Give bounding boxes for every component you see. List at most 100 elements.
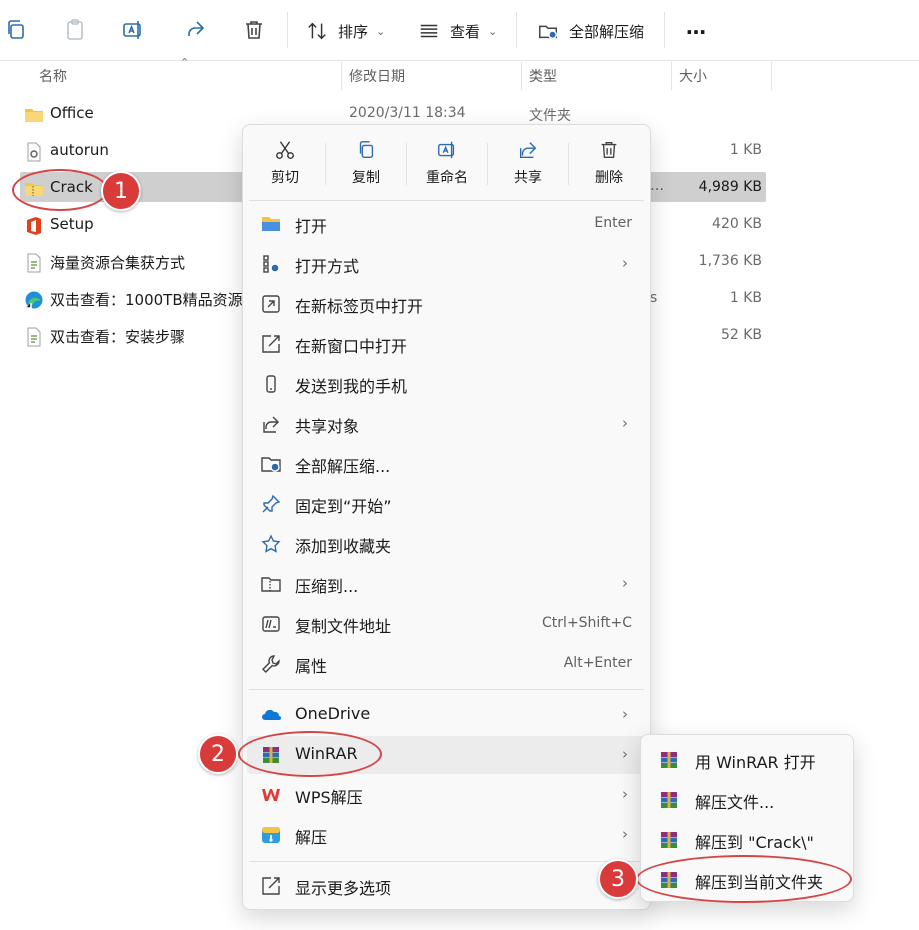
share-label: 共享	[514, 170, 542, 186]
sort-button[interactable]: 排序 ⌄	[306, 16, 385, 46]
file-type: 文件夹	[529, 108, 571, 124]
menu-item-share-with[interactable]: 共享对象 ›	[247, 405, 646, 443]
copy-icon[interactable]	[4, 18, 28, 42]
chevron-right-icon: ›	[622, 785, 628, 803]
file-name: Office	[50, 104, 94, 122]
delete-button[interactable]: 删除	[569, 135, 649, 195]
folder-open-icon	[261, 214, 281, 234]
column-header-size[interactable]: 大小	[679, 66, 707, 86]
sort-up-icon: ⌃	[180, 56, 190, 69]
menu-item-label: 属性	[295, 657, 328, 676]
trash-icon	[601, 141, 617, 159]
cut-button[interactable]: 剪切	[245, 135, 325, 195]
menu-item-label: 打开方式	[295, 257, 360, 276]
menu-item-extract-all[interactable]: 全部解压缩...	[247, 445, 646, 483]
column-header-date[interactable]: 修改日期	[349, 66, 405, 86]
winrar-icon	[659, 750, 679, 770]
sort-label: 排序	[338, 22, 369, 41]
text-file-icon	[24, 253, 44, 273]
menu-item-open-in-new-window[interactable]: 在新窗口中打开	[247, 325, 646, 363]
paste-icon[interactable]	[63, 18, 87, 42]
extract-all-icon	[261, 454, 281, 474]
rename-button[interactable]: 重命名	[407, 135, 487, 195]
file-date: 2020/3/11 18:34	[349, 105, 466, 121]
extract-all-icon	[539, 25, 557, 40]
menu-item-add-to-favorites[interactable]: 添加到收藏夹	[247, 525, 646, 563]
chevron-down-icon: ⌄	[488, 24, 498, 38]
menu-item-label: 在新窗口中打开	[295, 337, 408, 356]
command-bar: 排序 ⌄ 查看 ⌄ 全部解压缩 …	[0, 0, 919, 61]
view-button[interactable]: 查看 ⌄	[418, 16, 497, 46]
menu-item-label: 添加到收藏夹	[295, 537, 392, 556]
menu-item-label: 压缩到...	[295, 577, 359, 596]
chevron-down-icon: ⌄	[376, 24, 386, 38]
submenu-item-open-with-winrar[interactable]: 用 WinRAR 打开	[645, 741, 849, 779]
submenu-item-extract-to-folder[interactable]: 解压到 "Crack\"	[645, 821, 849, 859]
menu-item-compress-to[interactable]: 压缩到... ›	[247, 565, 646, 603]
extract-all-button[interactable]: 全部解压缩	[537, 16, 644, 46]
annotation-badge-2: 2	[198, 734, 238, 774]
view-label: 查看	[450, 22, 481, 41]
delete-icon[interactable]	[242, 18, 266, 42]
wps-icon	[261, 785, 281, 805]
annotation-badge-1: 1	[101, 171, 141, 211]
chevron-right-icon: ›	[622, 705, 628, 723]
submenu-item-label: 解压文件...	[695, 793, 775, 812]
menu-item-open-with[interactable]: 打开方式 ›	[247, 245, 646, 283]
column-divider[interactable]	[671, 62, 672, 90]
chevron-right-icon: ›	[622, 414, 628, 432]
sort-icon	[308, 22, 326, 40]
cut-label: 剪切	[271, 170, 299, 186]
menu-item-label: 发送到我的手机	[295, 377, 408, 396]
menu-item-label: 显示更多选项	[295, 879, 392, 898]
menu-item-copy-as-path[interactable]: 复制文件地址 Ctrl+Shift+C	[247, 605, 646, 643]
toolbar-divider	[287, 12, 288, 48]
column-header-name[interactable]: 名称	[39, 66, 67, 86]
column-divider[interactable]	[521, 62, 522, 90]
menu-item-wps-extract[interactable]: WPS解压 ›	[247, 776, 646, 814]
annotation-ring-winrar	[238, 731, 382, 777]
column-header-type[interactable]: 类型	[529, 66, 557, 86]
share-icon[interactable]	[183, 18, 207, 42]
office-setup-icon	[24, 216, 44, 236]
file-size: 1 KB	[729, 290, 762, 306]
shortcut-text: Alt+Enter	[563, 655, 632, 671]
column-divider[interactable]	[771, 62, 772, 90]
text-file-icon	[24, 327, 44, 347]
more-options-icon	[261, 876, 281, 896]
menu-item-onedrive[interactable]: OneDrive ›	[247, 696, 646, 734]
menu-item-label: 解压	[295, 828, 328, 847]
menu-item-open[interactable]: 打开 Enter	[247, 205, 646, 243]
menu-item-show-more-options[interactable]: 显示更多选项	[247, 867, 646, 905]
file-size: 52 KB	[720, 327, 762, 343]
menu-item-open-in-new-tab[interactable]: 在新标签页中打开	[247, 285, 646, 323]
phone-icon	[261, 374, 281, 394]
menu-item-properties[interactable]: 属性 Alt+Enter	[247, 645, 646, 683]
annotation-badge-3: 3	[598, 859, 638, 899]
share-button[interactable]: 共享	[488, 135, 568, 195]
compress-icon	[261, 574, 281, 594]
settings-file-icon	[24, 142, 44, 162]
menu-item-label: 打开	[295, 217, 328, 236]
rename-icon[interactable]	[121, 18, 145, 42]
extract-all-label: 全部解压缩	[569, 22, 645, 41]
folder-icon	[24, 105, 44, 125]
menu-item-send-to-phone[interactable]: 发送到我的手机	[247, 365, 646, 403]
truncated-text: s	[650, 290, 658, 306]
menu-item-label: WPS解压	[295, 788, 363, 807]
copy-label: 复制	[352, 170, 380, 186]
menu-item-unzip[interactable]: 解压 ›	[247, 816, 646, 854]
file-size: 420 KB	[712, 216, 762, 232]
file-name: Setup	[50, 215, 94, 233]
column-divider[interactable]	[341, 62, 342, 90]
copy-button[interactable]: 复制	[326, 135, 406, 195]
more-button[interactable]: …	[686, 12, 706, 42]
file-size: 4,989 KB	[698, 179, 762, 195]
edge-shortcut-icon	[24, 290, 44, 310]
file-size: 1,736 KB	[698, 253, 762, 269]
menu-item-pin-to-start[interactable]: 固定到“开始”	[247, 485, 646, 523]
annotation-ring-extract-here	[636, 855, 852, 903]
rename-label: 重命名	[426, 170, 468, 186]
chevron-right-icon: ›	[622, 825, 628, 843]
submenu-item-extract-files[interactable]: 解压文件...	[645, 781, 849, 819]
